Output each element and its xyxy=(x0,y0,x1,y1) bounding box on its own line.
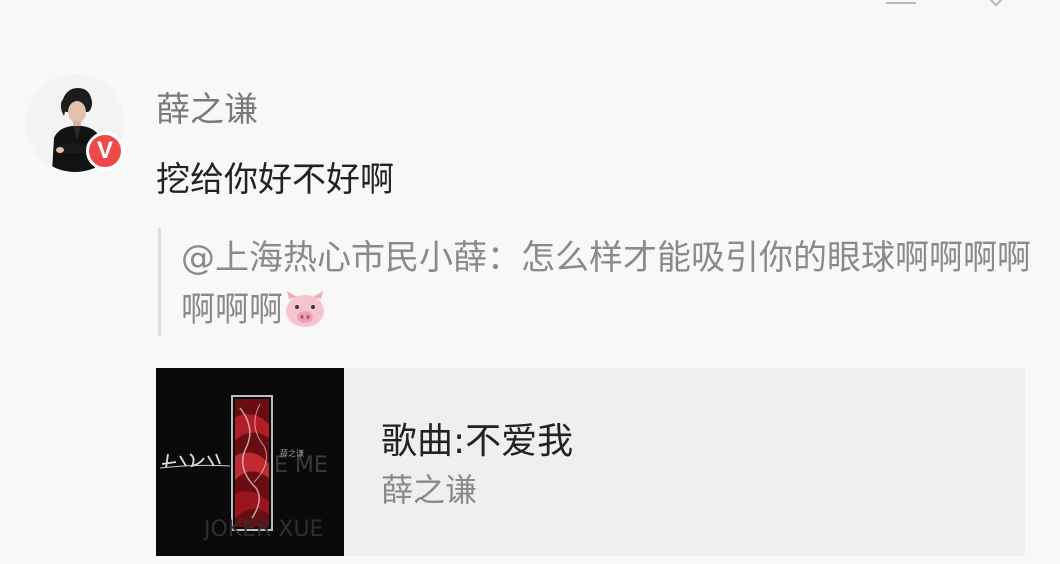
verified-badge: V xyxy=(86,132,124,170)
user-avatar-container[interactable]: V xyxy=(26,74,124,172)
pig-face-icon xyxy=(283,289,327,344)
svg-text:JOKER XUE: JOKER XUE xyxy=(202,517,324,542)
quoted-reply-text-container: @上海热心市民小薛：怎么样才能吸引你的眼球啊啊啊啊啊啊啊 xyxy=(181,232,1041,344)
menu-icon[interactable] xyxy=(886,0,916,4)
song-title: 歌曲:不爱我 xyxy=(381,421,574,462)
top-toolbar xyxy=(880,0,1040,8)
comment-text: 挖给你好不好啊 xyxy=(156,160,394,200)
quoted-reply[interactable]: @上海热心市民小薛：怎么样才能吸引你的眼球啊啊啊啊啊啊啊 xyxy=(158,228,1041,336)
svg-text:薛之谦: 薛之谦 xyxy=(280,448,304,458)
song-artist: 薛之谦 xyxy=(381,471,478,509)
chevron-down-icon[interactable] xyxy=(987,0,1005,7)
album-cover-image: E ME JOKER XUE 薛之谦 xyxy=(156,368,344,556)
comment-author-name[interactable]: 薛之谦 xyxy=(156,88,258,132)
music-card[interactable]: E ME JOKER XUE 薛之谦 歌曲:不爱我 薛之谦 xyxy=(156,368,1025,556)
